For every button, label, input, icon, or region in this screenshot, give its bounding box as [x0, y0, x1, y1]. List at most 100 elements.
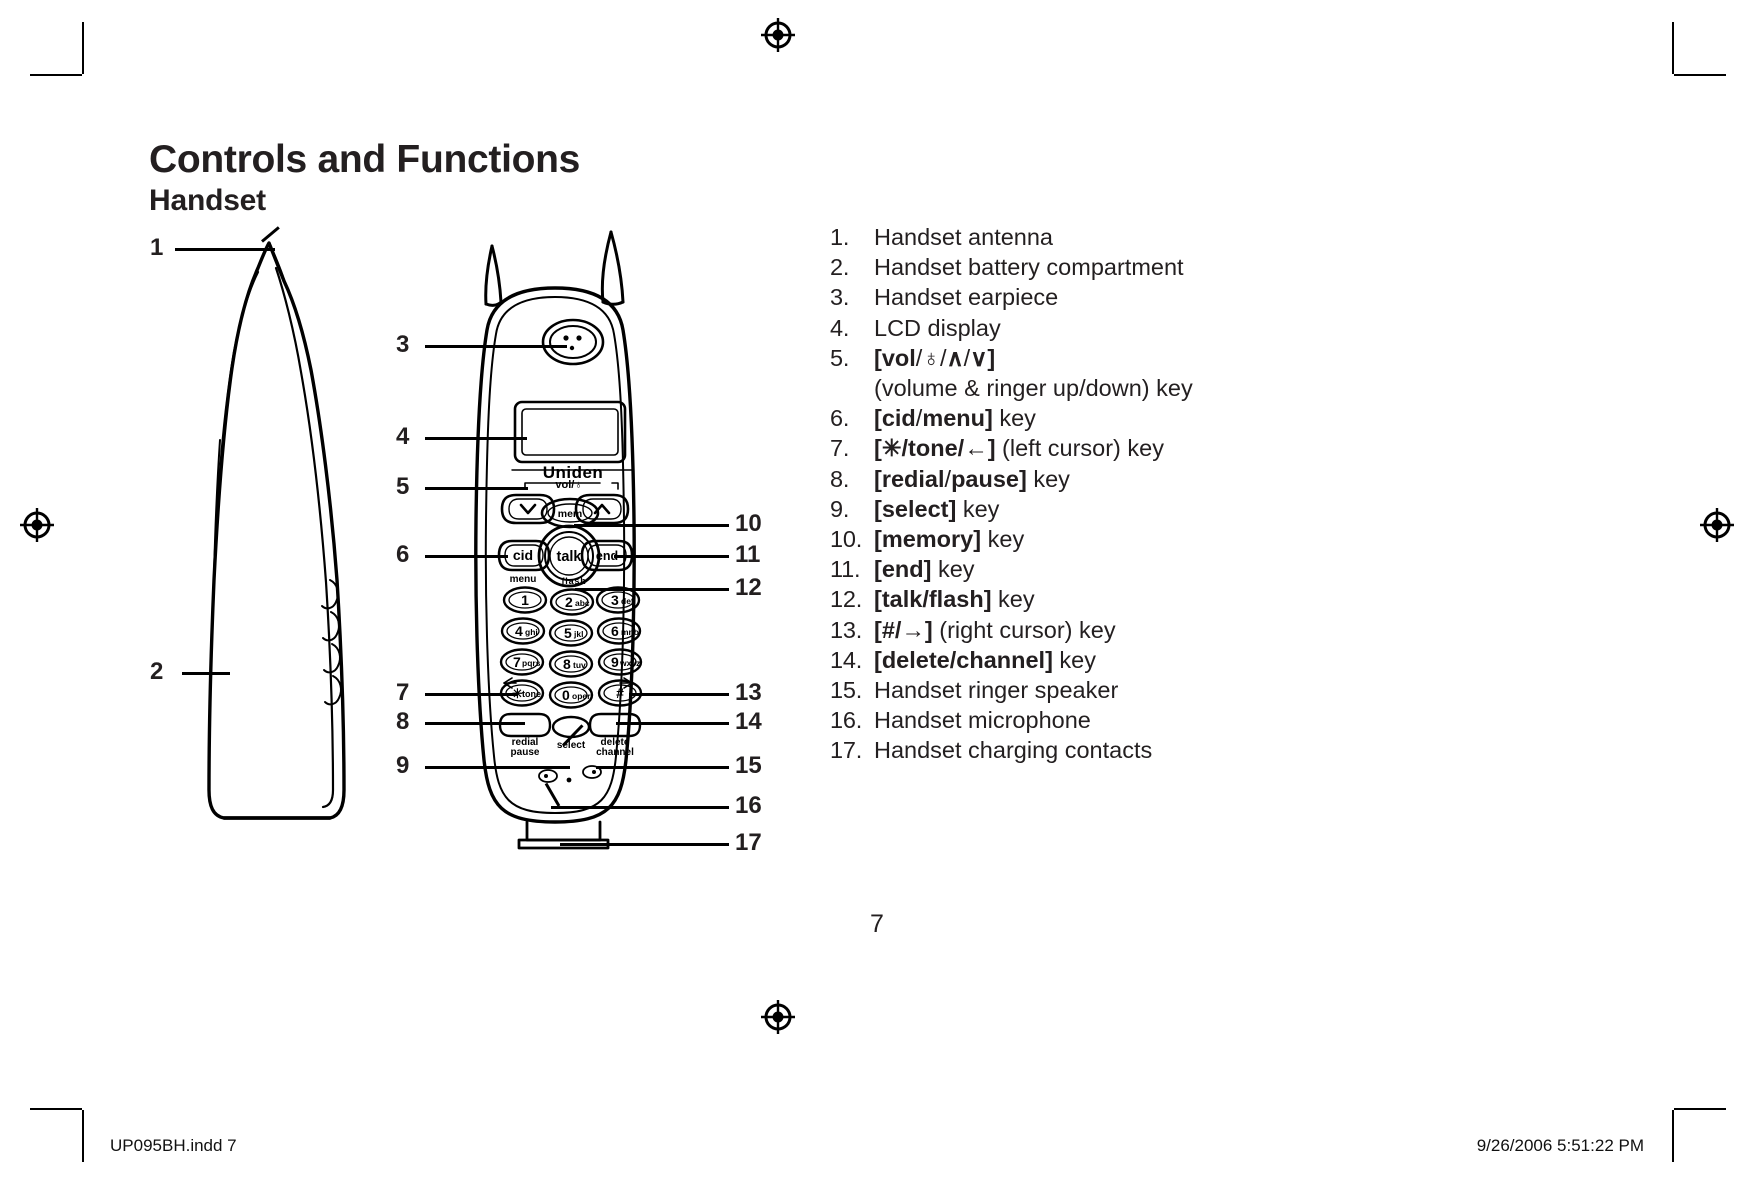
callout-1: 1 — [150, 234, 164, 261]
svg-text:7: 7 — [513, 654, 521, 670]
legend-item-6: 6. [cid/menu] key — [830, 403, 1390, 433]
legend-item-number: 12. — [830, 586, 863, 613]
callout-15: 15 — [735, 752, 762, 779]
legend-item-sublabel: (volume & ringer up/down) key — [874, 375, 1193, 402]
legend-item-number: 9. — [830, 495, 850, 522]
svg-text:0: 0 — [562, 687, 570, 703]
svg-text:mno: mno — [621, 627, 639, 637]
legend-item-number: 13. — [830, 616, 863, 643]
svg-text:9: 9 — [611, 654, 619, 670]
manual-page: Controls and Functions Handset Uniden vo… — [0, 0, 1754, 1184]
legend-item-2: 2. Handset battery compartment — [830, 252, 1390, 282]
legend-item-number: 3. — [830, 284, 850, 311]
legend-item-number: 5. — [830, 344, 850, 371]
svg-text:8: 8 — [563, 656, 571, 672]
footer-timestamp: 9/26/2006 5:51:22 PM — [1476, 1136, 1644, 1155]
legend-item-4: 4. LCD display — [830, 313, 1390, 343]
svg-text:mem: mem — [558, 508, 583, 520]
legend-item-5: 5. [vol/♁/∧/∨] — [830, 343, 1390, 373]
legend-item-14: 14. [delete/channel] key — [830, 645, 1390, 675]
legend-item-1: 1. Handset antenna — [830, 222, 1390, 252]
page-number: 7 — [870, 910, 884, 938]
legend-item-number: 10. — [830, 526, 863, 553]
svg-text:cid: cid — [513, 547, 533, 563]
callout-16: 16 — [735, 792, 762, 819]
footer-filename: UP095BH.indd 7 — [110, 1136, 237, 1155]
legend-item-number: 15. — [830, 677, 863, 704]
legend-item-label: Handset battery compartment — [874, 254, 1184, 281]
svg-text:tuv: tuv — [573, 660, 586, 670]
leader-line-5 — [425, 487, 528, 490]
legend-item-10: 10. [memory] key — [830, 524, 1390, 554]
callout-3: 3 — [396, 331, 410, 358]
legend-item-15: 15. Handset ringer speaker — [830, 675, 1390, 705]
legend-item-label: [redial/pause] key — [874, 465, 1070, 492]
legend-item-label: Handset ringer speaker — [874, 677, 1119, 704]
legend-item-8: 8. [redial/pause] key — [830, 464, 1390, 494]
leader-line-9 — [425, 766, 570, 769]
legend-item-label: Handset antenna — [874, 224, 1054, 250]
svg-text:flash: flash — [561, 576, 586, 586]
legend-item-number: 2. — [830, 254, 850, 281]
svg-text:menu: menu — [510, 574, 537, 585]
leader-line-7 — [425, 693, 517, 696]
legend-item-label: Handset charging contacts — [874, 737, 1153, 764]
callout-2: 2 — [150, 658, 164, 685]
legend-item-13: 13. [#/→] (right cursor) key — [830, 615, 1390, 645]
callout-11: 11 — [735, 541, 761, 568]
callout-14: 14 — [735, 708, 762, 735]
svg-text:1: 1 — [521, 592, 529, 608]
legend-item-number: 14. — [830, 646, 863, 673]
leader-line-2 — [182, 672, 230, 675]
leader-line-17 — [560, 843, 729, 846]
leader-line-12 — [575, 588, 729, 591]
legend-item-3: 3. Handset earpiece — [830, 282, 1390, 312]
legend-item-9: 9. [select] key — [830, 494, 1390, 524]
leader-line-3 — [425, 345, 567, 348]
legend-item-label: Handset earpiece — [874, 284, 1059, 311]
leader-line-10 — [574, 524, 729, 527]
legend-item-number: 8. — [830, 465, 850, 492]
svg-text:jkl: jkl — [573, 629, 583, 639]
leader-line-16 — [551, 806, 729, 809]
svg-text:def: def — [621, 596, 634, 606]
callout-6: 6 — [396, 541, 410, 568]
callout-8: 8 — [396, 708, 410, 735]
callout-10: 10 — [735, 510, 762, 537]
svg-text:oper: oper — [572, 691, 591, 701]
leader-line-15 — [596, 766, 729, 769]
callout-4: 4 — [396, 423, 410, 450]
legend-item-label: Handset microphone — [874, 707, 1091, 734]
leader-line-1 — [175, 248, 275, 251]
legend-item-11: 11. [end] key — [830, 554, 1390, 584]
leader-line-11 — [614, 555, 729, 558]
leader-line-8 — [425, 722, 525, 725]
legend-item-label: [select] key — [874, 495, 1000, 522]
legend-item-number: 17. — [830, 737, 863, 764]
legend-item-label: [delete/channel] key — [874, 646, 1097, 673]
leader-line-13 — [629, 693, 729, 696]
callout-7: 7 — [396, 679, 410, 706]
leader-line-6 — [425, 555, 508, 558]
svg-text:channel: channel — [596, 747, 634, 758]
svg-text:4: 4 — [515, 623, 523, 639]
svg-text:select: select — [557, 740, 586, 751]
legend-item-number: 7. — [830, 435, 850, 462]
svg-text:pqrs: pqrs — [522, 658, 541, 668]
callout-13: 13 — [735, 679, 762, 706]
legend-item-label: [#/→] (right cursor) key — [874, 616, 1116, 643]
callout-5: 5 — [396, 473, 410, 500]
svg-text:wxyz: wxyz — [619, 658, 640, 668]
legend-item-number: 11. — [830, 556, 861, 583]
svg-text:2: 2 — [565, 594, 573, 610]
legend-item-number: 6. — [830, 405, 850, 432]
legend-item-17: 17. Handset charging contacts — [830, 735, 1390, 765]
legend-item-number: 4. — [830, 314, 850, 341]
callout-9: 9 — [396, 752, 410, 779]
legend-item-label: [cid/menu] key — [874, 405, 1036, 432]
legend-item-number: 1. — [830, 224, 850, 250]
svg-text:3: 3 — [611, 592, 619, 608]
svg-text:ghi: ghi — [525, 627, 538, 637]
leader-line-4 — [425, 437, 527, 440]
legend-item-label: [end] key — [874, 556, 975, 583]
